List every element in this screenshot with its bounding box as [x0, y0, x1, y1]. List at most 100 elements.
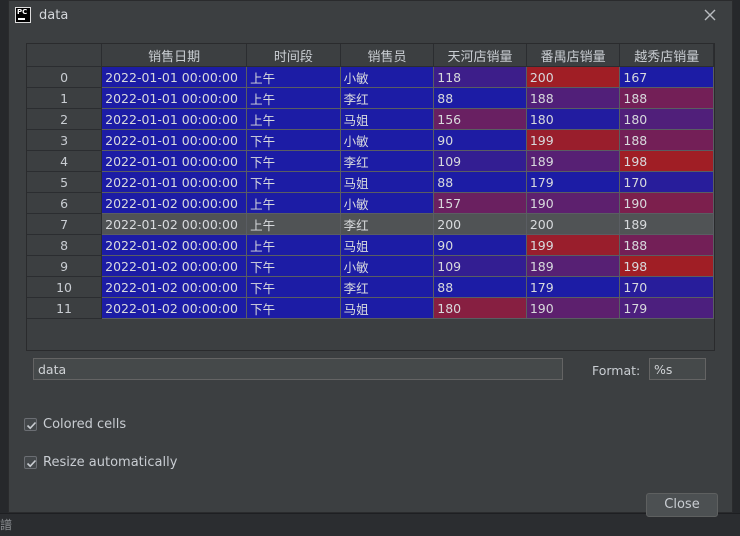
date-cell[interactable]: 2022-01-01 00:00:00	[101, 66, 248, 88]
column-header-yuexiu[interactable]: 越秀店销量	[619, 44, 714, 67]
yuexiu-cell[interactable]: 198	[619, 255, 714, 277]
close-icon[interactable]	[701, 6, 719, 24]
seller-cell[interactable]: 李红	[340, 150, 435, 172]
yuexiu-cell[interactable]: 170	[619, 276, 714, 298]
panyu-cell[interactable]: 189	[526, 150, 621, 172]
date-cell[interactable]: 2022-01-02 00:00:00	[101, 213, 248, 235]
tianhe-cell[interactable]: 180	[433, 297, 527, 319]
tianhe-cell[interactable]: 109	[433, 255, 527, 277]
tianhe-cell[interactable]: 200	[433, 213, 527, 235]
date-cell[interactable]: 2022-01-02 00:00:00	[101, 192, 248, 214]
row-index[interactable]: 2	[27, 108, 103, 130]
date-cell[interactable]: 2022-01-01 00:00:00	[101, 108, 248, 130]
row-index[interactable]: 4	[27, 150, 103, 172]
table-row[interactable]: 1 2022-01-01 00:00:00 上午 李红 88 188 188	[27, 87, 714, 109]
seller-cell[interactable]: 李红	[340, 213, 435, 235]
period-cell[interactable]: 下午	[246, 255, 341, 277]
panyu-cell[interactable]: 200	[526, 66, 621, 88]
date-cell[interactable]: 2022-01-01 00:00:00	[101, 150, 248, 172]
period-cell[interactable]: 上午	[246, 66, 341, 88]
table-row[interactable]: 4 2022-01-01 00:00:00 下午 李红 109 189 198	[27, 150, 714, 172]
panyu-cell[interactable]: 190	[526, 192, 621, 214]
period-cell[interactable]: 下午	[246, 276, 341, 298]
row-index[interactable]: 11	[27, 297, 103, 319]
seller-cell[interactable]: 马姐	[340, 171, 435, 193]
tianhe-cell[interactable]: 88	[433, 87, 527, 109]
table-row[interactable]: 10 2022-01-02 00:00:00 下午 李红 88 179 170	[27, 276, 714, 298]
period-cell[interactable]: 下午	[246, 129, 341, 151]
date-cell[interactable]: 2022-01-01 00:00:00	[101, 87, 248, 109]
format-field[interactable]: %s	[649, 358, 706, 380]
tianhe-cell[interactable]: 90	[433, 129, 527, 151]
colored-cells-checkbox[interactable]	[24, 418, 37, 431]
date-cell[interactable]: 2022-01-02 00:00:00	[101, 234, 248, 256]
tianhe-cell[interactable]: 88	[433, 171, 527, 193]
yuexiu-cell[interactable]: 167	[619, 66, 714, 88]
column-header-period[interactable]: 时间段	[246, 44, 341, 67]
period-cell[interactable]: 上午	[246, 213, 341, 235]
panyu-cell[interactable]: 188	[526, 87, 621, 109]
row-index[interactable]: 3	[27, 129, 103, 151]
tianhe-cell[interactable]: 88	[433, 276, 527, 298]
row-index[interactable]: 1	[27, 87, 103, 109]
variable-name-field[interactable]: data	[33, 358, 563, 380]
seller-cell[interactable]: 小敏	[340, 66, 435, 88]
resize-automatically-option[interactable]: Resize automatically	[24, 455, 177, 470]
panyu-cell[interactable]: 180	[526, 108, 621, 130]
seller-cell[interactable]: 李红	[340, 276, 435, 298]
seller-cell[interactable]: 马姐	[340, 108, 435, 130]
table-row[interactable]: 11 2022-01-02 00:00:00 下午 马姐 180 190 179	[27, 297, 714, 319]
yuexiu-cell[interactable]: 170	[619, 171, 714, 193]
table-row[interactable]: 9 2022-01-02 00:00:00 下午 小敏 109 189 198	[27, 255, 714, 277]
date-cell[interactable]: 2022-01-01 00:00:00	[101, 129, 248, 151]
colored-cells-option[interactable]: Colored cells	[24, 417, 126, 432]
panyu-cell[interactable]: 200	[526, 213, 621, 235]
period-cell[interactable]: 上午	[246, 234, 341, 256]
yuexiu-cell[interactable]: 189	[619, 213, 714, 235]
yuexiu-cell[interactable]: 190	[619, 192, 714, 214]
table-row[interactable]: 2 2022-01-01 00:00:00 上午 马姐 156 180 180	[27, 108, 714, 130]
date-cell[interactable]: 2022-01-02 00:00:00	[101, 276, 248, 298]
yuexiu-cell[interactable]: 179	[619, 297, 714, 319]
date-cell[interactable]: 2022-01-02 00:00:00	[101, 255, 248, 277]
yuexiu-cell[interactable]: 188	[619, 129, 714, 151]
period-cell[interactable]: 上午	[246, 87, 341, 109]
yuexiu-cell[interactable]: 188	[619, 87, 714, 109]
period-cell[interactable]: 上午	[246, 108, 341, 130]
panyu-cell[interactable]: 179	[526, 276, 621, 298]
close-button[interactable]: Close	[646, 493, 718, 517]
row-index[interactable]: 0	[27, 66, 103, 88]
column-header-date[interactable]: 销售日期	[101, 44, 248, 67]
seller-cell[interactable]: 马姐	[340, 234, 435, 256]
table-row[interactable]: 7 2022-01-02 00:00:00 上午 李红 200 200 189	[27, 213, 714, 235]
panyu-cell[interactable]: 189	[526, 255, 621, 277]
panyu-cell[interactable]: 190	[526, 297, 621, 319]
row-index[interactable]: 6	[27, 192, 103, 214]
tianhe-cell[interactable]: 118	[433, 66, 527, 88]
row-index[interactable]: 9	[27, 255, 103, 277]
yuexiu-cell[interactable]: 180	[619, 108, 714, 130]
yuexiu-cell[interactable]: 198	[619, 150, 714, 172]
table-row[interactable]: 8 2022-01-02 00:00:00 上午 马姐 90 199 188	[27, 234, 714, 256]
seller-cell[interactable]: 小敏	[340, 129, 435, 151]
seller-cell[interactable]: 李红	[340, 87, 435, 109]
dataframe-table[interactable]: 销售日期 时间段 销售员 天河店销量 番禺店销量 越秀店销量 0 2022-01-…	[26, 43, 715, 351]
column-header-seller[interactable]: 销售员	[340, 44, 435, 67]
period-cell[interactable]: 下午	[246, 297, 341, 319]
table-row[interactable]: 6 2022-01-02 00:00:00 上午 小敏 157 190 190	[27, 192, 714, 214]
tianhe-cell[interactable]: 109	[433, 150, 527, 172]
period-cell[interactable]: 下午	[246, 171, 341, 193]
date-cell[interactable]: 2022-01-01 00:00:00	[101, 171, 248, 193]
column-header-panyu[interactable]: 番禺店销量	[526, 44, 621, 67]
panyu-cell[interactable]: 199	[526, 234, 621, 256]
tianhe-cell[interactable]: 90	[433, 234, 527, 256]
tianhe-cell[interactable]: 156	[433, 108, 527, 130]
panyu-cell[interactable]: 179	[526, 171, 621, 193]
column-header-index[interactable]	[27, 44, 103, 67]
seller-cell[interactable]: 小敏	[340, 192, 435, 214]
seller-cell[interactable]: 小敏	[340, 255, 435, 277]
row-index[interactable]: 5	[27, 171, 103, 193]
resize-automatically-checkbox[interactable]	[24, 456, 37, 469]
table-row[interactable]: 3 2022-01-01 00:00:00 下午 小敏 90 199 188	[27, 129, 714, 151]
table-row[interactable]: 5 2022-01-01 00:00:00 下午 马姐 88 179 170	[27, 171, 714, 193]
